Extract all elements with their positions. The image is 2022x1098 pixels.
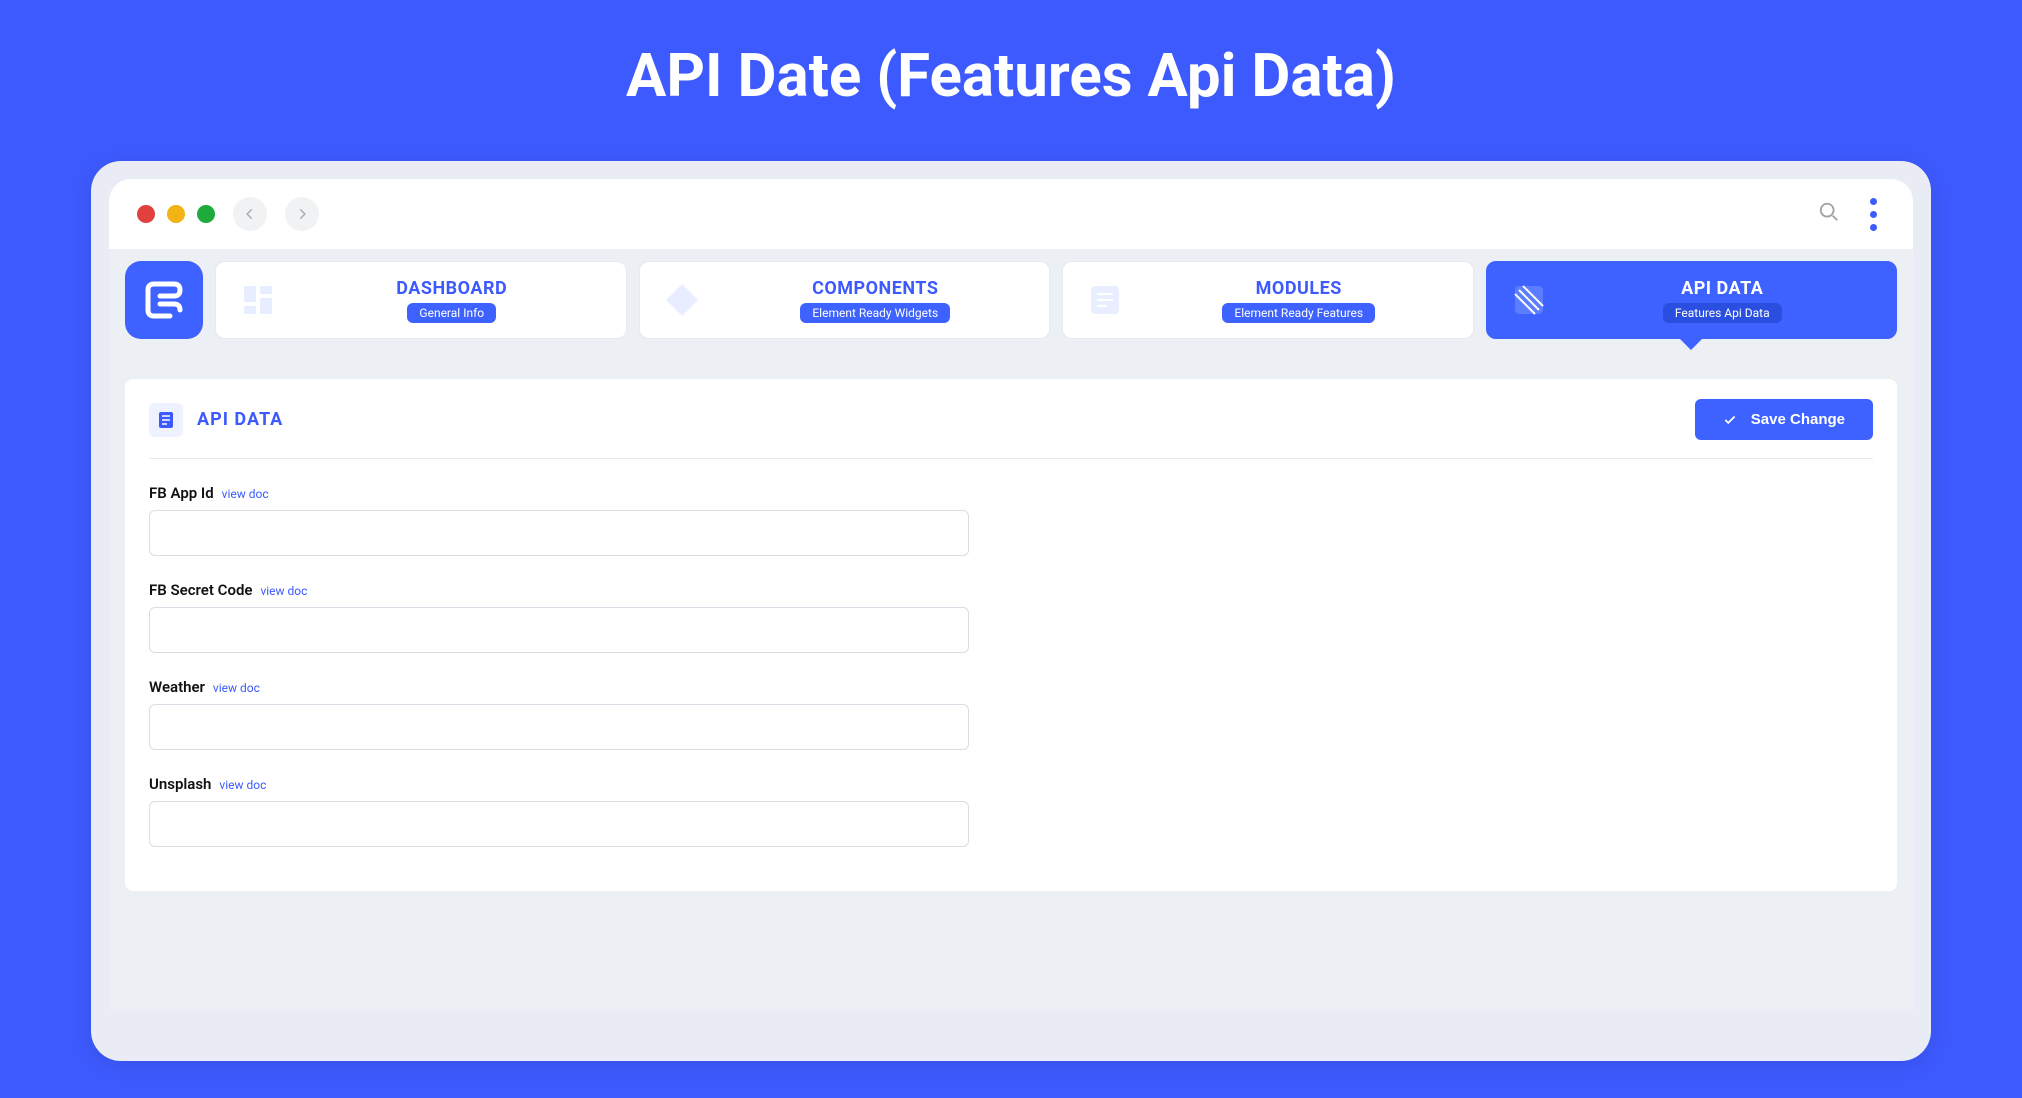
field-fb-app-id: FB App Id view doc [149, 483, 969, 556]
nav-api-data[interactable]: API DATA Features Api Data [1486, 261, 1898, 339]
view-doc-link[interactable]: view doc [213, 681, 260, 695]
fb-secret-code-input[interactable] [149, 607, 969, 653]
arrow-left-icon [243, 207, 257, 221]
field-unsplash: Unsplash view doc [149, 774, 969, 847]
api-data-icon [1505, 276, 1553, 324]
nav-title: MODULES [1256, 278, 1342, 299]
check-icon [1723, 413, 1737, 427]
window-minimize-button[interactable] [167, 205, 185, 223]
nav-title: COMPONENTS [812, 278, 938, 299]
page-heading: API Date (Features Api Data) [0, 0, 2022, 161]
fb-app-id-input[interactable] [149, 510, 969, 556]
browser-titlebar [137, 197, 1885, 231]
save-label: Save Change [1751, 411, 1845, 428]
search-icon [1818, 201, 1840, 223]
nav-badge: Element Ready Features [1222, 303, 1375, 323]
nav-badge: Features Api Data [1663, 303, 1782, 323]
view-doc-link[interactable]: view doc [222, 487, 269, 501]
api-data-panel: API DATA Save Change FB App Id view doc … [125, 379, 1897, 891]
nav-modules[interactable]: MODULES Element Ready Features [1062, 261, 1474, 339]
back-button[interactable] [233, 197, 267, 231]
app-logo[interactable] [125, 261, 203, 339]
forward-button[interactable] [285, 197, 319, 231]
modules-icon [1081, 276, 1129, 324]
document-icon [149, 403, 183, 437]
unsplash-input[interactable] [149, 801, 969, 847]
search-button[interactable] [1818, 201, 1840, 227]
components-icon [658, 276, 706, 324]
view-doc-link[interactable]: view doc [260, 584, 307, 598]
field-fb-secret-code: FB Secret Code view doc [149, 580, 969, 653]
field-weather: Weather view doc [149, 677, 969, 750]
browser-window: DASHBOARD General Info COMPONENTS Elemen… [109, 179, 1913, 1009]
nav-components[interactable]: COMPONENTS Element Ready Widgets [639, 261, 1051, 339]
logo-icon [140, 276, 188, 324]
window-close-button[interactable] [137, 205, 155, 223]
field-label: FB App Id [149, 484, 214, 502]
nav-badge: Element Ready Widgets [800, 303, 950, 323]
nav-badge: General Info [407, 303, 496, 323]
dashboard-icon [234, 276, 282, 324]
arrow-right-icon [295, 207, 309, 221]
nav-dashboard[interactable]: DASHBOARD General Info [215, 261, 627, 339]
save-button[interactable]: Save Change [1695, 399, 1873, 440]
form-body: FB App Id view doc FB Secret Code view d… [149, 459, 969, 847]
panel-title: API DATA [197, 409, 283, 430]
nav-title: API DATA [1681, 278, 1763, 299]
field-label: Weather [149, 678, 205, 696]
window-maximize-button[interactable] [197, 205, 215, 223]
field-label: FB Secret Code [149, 581, 252, 599]
panel-header: API DATA Save Change [149, 399, 1873, 459]
app-body: DASHBOARD General Info COMPONENTS Elemen… [109, 249, 1913, 1009]
browser-frame: DASHBOARD General Info COMPONENTS Elemen… [91, 161, 1931, 1061]
field-label: Unsplash [149, 775, 211, 793]
nav-title: DASHBOARD [396, 278, 507, 299]
top-nav: DASHBOARD General Info COMPONENTS Elemen… [125, 261, 1897, 339]
more-menu-button[interactable] [1870, 198, 1877, 231]
weather-input[interactable] [149, 704, 969, 750]
view-doc-link[interactable]: view doc [219, 778, 266, 792]
